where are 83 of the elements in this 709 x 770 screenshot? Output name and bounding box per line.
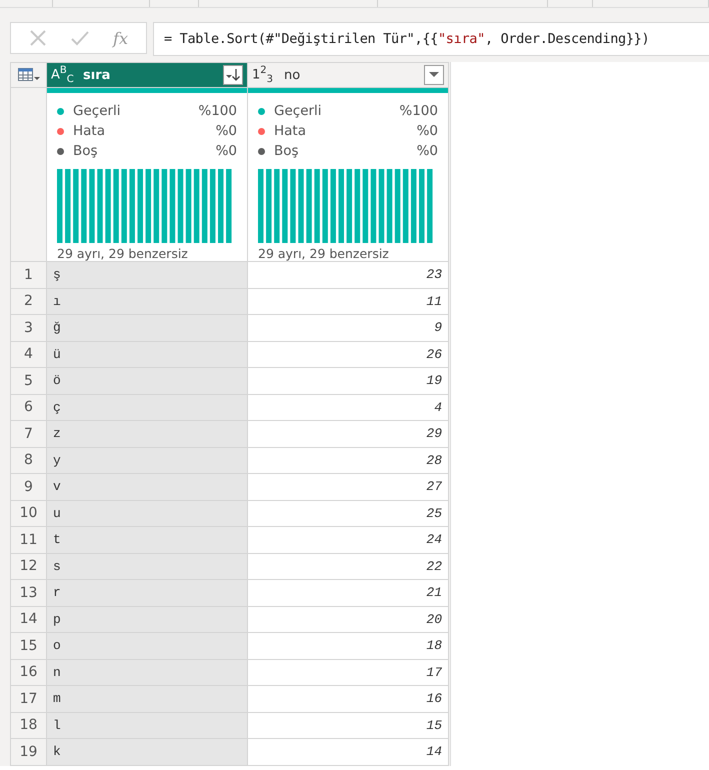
column-name: sıra: [83, 68, 112, 82]
row-number: 1: [10, 262, 47, 288]
row-number: 11: [10, 527, 47, 554]
quality-label: Boş: [274, 143, 300, 159]
filter-button[interactable]: [223, 65, 243, 85]
row-number: 18: [10, 712, 47, 739]
quality-label: Hata: [73, 123, 106, 139]
column-name: no: [284, 68, 302, 82]
table-cell: ç: [47, 394, 248, 421]
caret-icon: [429, 72, 439, 78]
row-number: 5: [10, 368, 47, 394]
row-number: 16: [10, 660, 47, 686]
table-cell: y: [47, 448, 248, 474]
table-icon: [18, 68, 40, 82]
quality-label: Geçerli: [274, 103, 323, 119]
table-cell: ü: [47, 342, 248, 368]
distribution-summary: 29 ayrı, 29 benzersiz: [57, 246, 189, 261]
table-cell: k: [47, 739, 248, 766]
table-cell: r: [47, 580, 248, 606]
table-cell: 9: [248, 315, 449, 342]
row-number: 2: [10, 288, 47, 315]
row-number: 19: [10, 739, 47, 766]
table-cell: ı: [47, 288, 248, 315]
row-number: 4: [10, 342, 47, 368]
quality-value: %0: [216, 123, 237, 139]
table-cell: o: [47, 633, 248, 660]
table-cell: l: [47, 712, 248, 739]
table-cell: n: [47, 660, 248, 686]
table-cell: m: [47, 686, 248, 712]
sort-descending-icon: [225, 68, 241, 82]
quality-label: Boş: [73, 143, 99, 159]
table-menu-button[interactable]: [10, 62, 47, 88]
row-number: 14: [10, 606, 47, 633]
table-cell: t: [47, 527, 248, 554]
table-cell: ş: [47, 262, 248, 288]
table-cell: 16: [248, 686, 449, 712]
table-cell: z: [47, 421, 248, 448]
quality-value: %0: [216, 143, 237, 159]
table-cell: 22: [248, 554, 449, 580]
row-number: 9: [10, 474, 47, 500]
table-cell: 18: [248, 633, 449, 660]
table-cell: 25: [248, 500, 449, 527]
table-cell: 14: [248, 739, 449, 766]
checkmark-icon[interactable]: [71, 30, 90, 46]
table-cell: 27: [248, 474, 449, 500]
table-cell: p: [47, 606, 248, 633]
quality-value: %100: [399, 103, 438, 119]
row-number: 17: [10, 686, 47, 712]
filter-button[interactable]: [424, 65, 444, 85]
table-cell: 19: [248, 368, 449, 394]
table-cell: 26: [248, 342, 449, 368]
quality-label: Geçerli: [73, 103, 122, 119]
formula-field[interactable]: = Table.Sort(#"Değiştirilen Tür",{{"sıra", Order.Descending}}): [153, 22, 709, 56]
table-cell: 15: [248, 712, 449, 739]
quality-label: Hata: [274, 123, 307, 139]
row-number: 12: [10, 554, 47, 580]
quality-value: %0: [416, 123, 438, 139]
table-cell: ğ: [47, 315, 248, 342]
table-cell: 29: [248, 421, 449, 448]
table-cell: 11: [248, 288, 449, 315]
row-number: 10: [10, 500, 47, 527]
column-header[interactable]: A$^{B}$$_{C}$ sıra: [47, 62, 248, 88]
table-cell: 24: [248, 527, 449, 554]
column-header[interactable]: 1$^{2}$$_{3}$ no: [248, 62, 449, 88]
table-cell: 4: [248, 394, 449, 421]
row-number: 6: [10, 394, 47, 421]
table-cell: 28: [248, 448, 449, 474]
table-cell: 20: [248, 606, 449, 633]
row-number: 7: [10, 421, 47, 448]
row-number: 3: [10, 315, 47, 342]
table-cell: s: [47, 554, 248, 580]
table-cell: 17: [248, 660, 449, 686]
table-cell: v: [47, 474, 248, 500]
table-cell: u: [47, 500, 248, 527]
quality-value: %0: [416, 143, 438, 159]
row-number: 8: [10, 448, 47, 474]
row-number: 13: [10, 580, 47, 606]
distribution-summary: 29 ayrı, 29 benzersiz: [258, 246, 390, 261]
table-cell: ö: [47, 368, 248, 394]
quality-value: %100: [198, 103, 237, 119]
table-cell: 23: [248, 262, 449, 288]
row-number: 15: [10, 633, 47, 660]
table-cell: 21: [248, 580, 449, 606]
